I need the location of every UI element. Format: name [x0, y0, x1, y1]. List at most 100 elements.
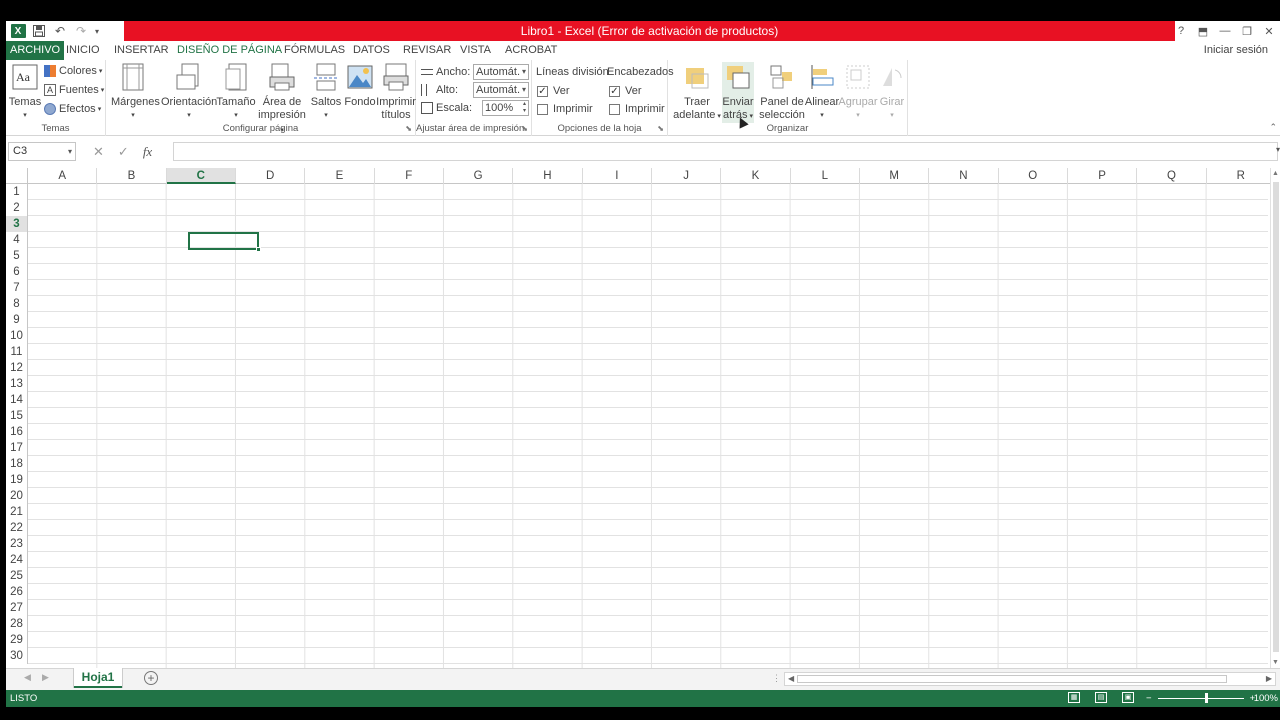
zoom-out-icon[interactable]: − [1146, 693, 1152, 704]
enviar-atras-button[interactable]: Enviar atrás ▾ [722, 62, 754, 123]
sheet-tab-hoja1[interactable]: Hoja1 [74, 668, 122, 688]
lineas-ver-checkbox[interactable]: ✓ Ver [537, 83, 570, 99]
row-header-30[interactable]: 30 [6, 648, 28, 664]
panel-seleccion-button[interactable]: Panel de selección [757, 62, 807, 122]
zoom-level[interactable]: 100% [1254, 690, 1278, 707]
cells-area[interactable] [28, 184, 1268, 668]
row-header-9[interactable]: 9 [6, 312, 28, 328]
column-header-d[interactable]: D [236, 168, 306, 184]
horizontal-scroll-thumb[interactable] [797, 675, 1227, 683]
collapse-ribbon-icon[interactable]: ⌃ [1269, 122, 1277, 133]
redo-icon[interactable]: ↷ [72, 23, 90, 39]
traer-adelante-button[interactable]: Traer adelante ▾ [672, 62, 722, 123]
column-header-n[interactable]: N [929, 168, 999, 184]
tamano-button[interactable]: Tamaño ▾ [216, 62, 256, 122]
row-header-26[interactable]: 26 [6, 584, 28, 600]
row-header-17[interactable]: 17 [6, 440, 28, 456]
column-header-o[interactable]: O [999, 168, 1068, 184]
column-header-m[interactable]: M [860, 168, 930, 184]
tab-insertar[interactable]: INSERTAR [114, 41, 169, 60]
row-header-8[interactable]: 8 [6, 296, 28, 312]
ajustar-launcher-icon[interactable]: ⬊ [521, 124, 528, 133]
row-header-13[interactable]: 13 [6, 376, 28, 392]
row-header-22[interactable]: 22 [6, 520, 28, 536]
tab-vista[interactable]: VISTA [460, 41, 491, 60]
column-header-b[interactable]: B [97, 168, 167, 184]
tab-diseno-de-pagina[interactable]: DISEÑO DE PÁGINA [177, 41, 282, 60]
column-header-j[interactable]: J [652, 168, 722, 184]
zoom-knob[interactable] [1204, 693, 1208, 703]
prev-sheet-icon[interactable]: ◀ [24, 672, 31, 683]
column-header-f[interactable]: F [375, 168, 444, 184]
fondo-button[interactable]: Fondo [343, 62, 377, 109]
row-header-2[interactable]: 2 [6, 200, 28, 216]
vertical-scrollbar[interactable]: ▲ ▼ [1270, 168, 1280, 668]
column-header-h[interactable]: H [513, 168, 583, 184]
tab-formulas[interactable]: FÓRMULAS [284, 41, 345, 60]
row-header-28[interactable]: 28 [6, 616, 28, 632]
column-header-q[interactable]: Q [1137, 168, 1207, 184]
column-header-k[interactable]: K [721, 168, 791, 184]
row-header-25[interactable]: 25 [6, 568, 28, 584]
restore-icon[interactable]: ❐ [1236, 21, 1258, 41]
opciones-launcher-icon[interactable]: ⬊ [657, 124, 664, 133]
lineas-imprimir-checkbox[interactable]: Imprimir [537, 101, 593, 117]
row-header-20[interactable]: 20 [6, 488, 28, 504]
tab-inicio[interactable]: INICIO [66, 41, 100, 60]
scroll-right-icon[interactable]: ▶ [1266, 673, 1272, 685]
column-header-l[interactable]: L [791, 168, 860, 184]
vertical-scroll-thumb[interactable] [1273, 182, 1279, 652]
next-sheet-icon[interactable]: ▶ [42, 672, 49, 683]
minimize-icon[interactable]: — [1214, 21, 1236, 41]
row-header-6[interactable]: 6 [6, 264, 28, 280]
saltos-button[interactable]: Saltos ▾ [309, 62, 343, 122]
cancel-icon[interactable]: ✕ [93, 144, 104, 160]
row-header-11[interactable]: 11 [6, 344, 28, 360]
page-break-view-icon[interactable]: ▣ [1122, 692, 1134, 703]
row-header-23[interactable]: 23 [6, 536, 28, 552]
tab-datos[interactable]: DATOS [353, 41, 390, 60]
horizontal-scrollbar[interactable]: ◀ ▶ [784, 672, 1276, 686]
row-header-7[interactable]: 7 [6, 280, 28, 296]
row-header-14[interactable]: 14 [6, 392, 28, 408]
agrupar-button[interactable]: Agrupar ▾ [838, 62, 878, 122]
select-all-corner[interactable] [6, 168, 28, 184]
row-header-3[interactable]: 3 [6, 216, 28, 232]
row-header-4[interactable]: 4 [6, 232, 28, 248]
tab-revisar[interactable]: REVISAR [403, 41, 451, 60]
row-header-10[interactable]: 10 [6, 328, 28, 344]
column-header-a[interactable]: A [28, 168, 98, 184]
row-header-15[interactable]: 15 [6, 408, 28, 424]
row-header-24[interactable]: 24 [6, 552, 28, 568]
page-layout-view-icon[interactable]: ▤ [1095, 692, 1107, 703]
scroll-left-icon[interactable]: ◀ [788, 673, 794, 685]
column-header-e[interactable]: E [305, 168, 375, 184]
row-header-29[interactable]: 29 [6, 632, 28, 648]
customize-qat-icon[interactable]: ▾ [93, 23, 101, 39]
signin-link[interactable]: Iniciar sesión [1204, 41, 1268, 60]
column-header-i[interactable]: I [583, 168, 652, 184]
ribbon-display-options-icon[interactable]: ⬒ [1192, 21, 1214, 41]
alto-select[interactable]: Automát. ▾ [473, 82, 529, 98]
orientacion-button[interactable]: Orientación ▾ [161, 62, 217, 122]
margenes-button[interactable]: Márgenes ▾ [111, 62, 160, 122]
alinear-button[interactable]: Alinear ▾ [804, 62, 840, 122]
split-handle-icon[interactable]: ⋮ [772, 673, 781, 684]
temas-button[interactable]: Aa Temas ▾ [8, 62, 42, 122]
active-cell[interactable] [188, 232, 261, 252]
fuentes-button[interactable]: A Fuentes ▾ [44, 81, 104, 99]
help-button[interactable]: ? [1170, 21, 1192, 41]
column-header-p[interactable]: P [1068, 168, 1138, 184]
row-header-5[interactable]: 5 [6, 248, 28, 264]
column-header-c[interactable]: C [166, 168, 236, 184]
tab-archivo[interactable]: ARCHIVO [6, 41, 65, 60]
column-header-g[interactable]: G [444, 168, 514, 184]
encabezados-ver-checkbox[interactable]: ✓ Ver [609, 83, 642, 99]
tab-acrobat[interactable]: ACROBAT [505, 41, 557, 60]
add-sheet-button[interactable]: + [144, 671, 158, 685]
row-header-19[interactable]: 19 [6, 472, 28, 488]
column-header-r[interactable]: R [1207, 168, 1276, 184]
row-header-16[interactable]: 16 [6, 424, 28, 440]
scroll-down-icon[interactable]: ▼ [1272, 659, 1279, 666]
undo-icon[interactable]: ↶ [51, 23, 69, 39]
